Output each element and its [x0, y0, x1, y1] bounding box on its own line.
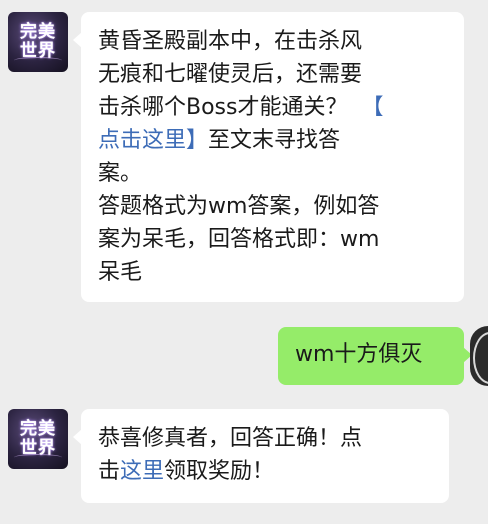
link-bracket-open[interactable]: 【: [361, 95, 383, 120]
sender-avatar[interactable]: 完美 世界: [8, 409, 68, 469]
message-text: 领取奖励！: [164, 459, 275, 484]
message-line: 无痕和七曜使灵后，还需要: [98, 62, 363, 87]
message-text: wm十方俱灭: [295, 342, 423, 367]
message-bubble: 黄昏圣殿副本中，在击杀风 无痕和七曜使灵后，还需要 击杀哪个Boss才能通关？ 【…: [73, 12, 464, 302]
message-text: 击: [98, 459, 121, 484]
message-bubble-self: wm十方俱灭: [278, 327, 472, 385]
message-line: 击这里领取奖励！: [98, 455, 433, 488]
sender-avatar[interactable]: 完美 世界: [8, 12, 68, 72]
avatar-swirl-decoration: [14, 454, 62, 461]
self-avatar[interactable]: [470, 326, 488, 386]
message-line: 击杀哪个Boss才能通关？ 【: [98, 91, 448, 124]
avatar-logo-line-1: 完美: [20, 22, 56, 42]
message-line: 答题格式为wm答案，例如答: [98, 194, 380, 219]
message-line: 恭喜修真者，回答正确！点: [98, 426, 363, 451]
click-here-link[interactable]: 点击这里】: [98, 128, 208, 153]
message-line: 案为呆毛，回答格式即：wm: [98, 227, 380, 252]
avatar-swirl-decoration: [14, 57, 62, 64]
message-line: 案。: [98, 161, 143, 186]
reward-link[interactable]: 这里: [120, 459, 164, 484]
message-bubble: 恭喜修真者，回答正确！点 击这里领取奖励！: [73, 409, 449, 503]
message-line: 点击这里】至文末寻找答: [98, 124, 448, 157]
message-text: 击杀哪个Boss才能通关？: [98, 95, 348, 120]
avatar-logo-line-1: 完美: [20, 419, 56, 439]
message-line: 呆毛: [98, 260, 143, 285]
message-text: 至文末寻找答: [208, 128, 341, 153]
message-line: 黄昏圣殿副本中，在击杀风: [98, 29, 363, 54]
